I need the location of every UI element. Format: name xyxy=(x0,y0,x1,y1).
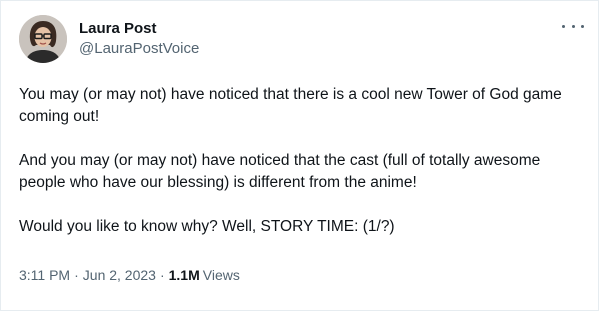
separator: · xyxy=(74,267,79,283)
tweet-meta: 3:11 PM · Jun 2, 2023 · 1.1M Views xyxy=(19,265,240,285)
profile-photo-icon xyxy=(19,15,67,63)
tweet-header: Laura Post @LauraPostVoice xyxy=(19,15,584,63)
more-options-icon[interactable] xyxy=(562,19,584,33)
dot xyxy=(571,24,575,28)
tweet-text: You may (or may not) have noticed that t… xyxy=(19,84,579,238)
dot xyxy=(581,24,584,28)
views-count: 1.1M xyxy=(168,267,200,283)
tweet-card: Laura Post @LauraPostVoice You may (or m… xyxy=(0,0,599,311)
tweet-time[interactable]: 3:11 PM xyxy=(19,265,70,285)
avatar[interactable] xyxy=(19,15,67,63)
dot xyxy=(562,24,565,28)
tweet-date[interactable]: Jun 2, 2023 xyxy=(83,265,156,285)
author-names: Laura Post @LauraPostVoice xyxy=(79,19,199,59)
tweet-paragraph: You may (or may not) have noticed that t… xyxy=(19,86,562,125)
tweet-paragraph: Would you like to know why? Well, STORY … xyxy=(19,218,395,235)
author-handle[interactable]: @LauraPostVoice xyxy=(79,39,199,59)
views-label: Views xyxy=(202,267,240,283)
separator: · xyxy=(159,267,165,283)
tweet-paragraph: And you may (or may not) have noticed th… xyxy=(19,152,541,191)
author-display-name[interactable]: Laura Post xyxy=(79,19,199,39)
